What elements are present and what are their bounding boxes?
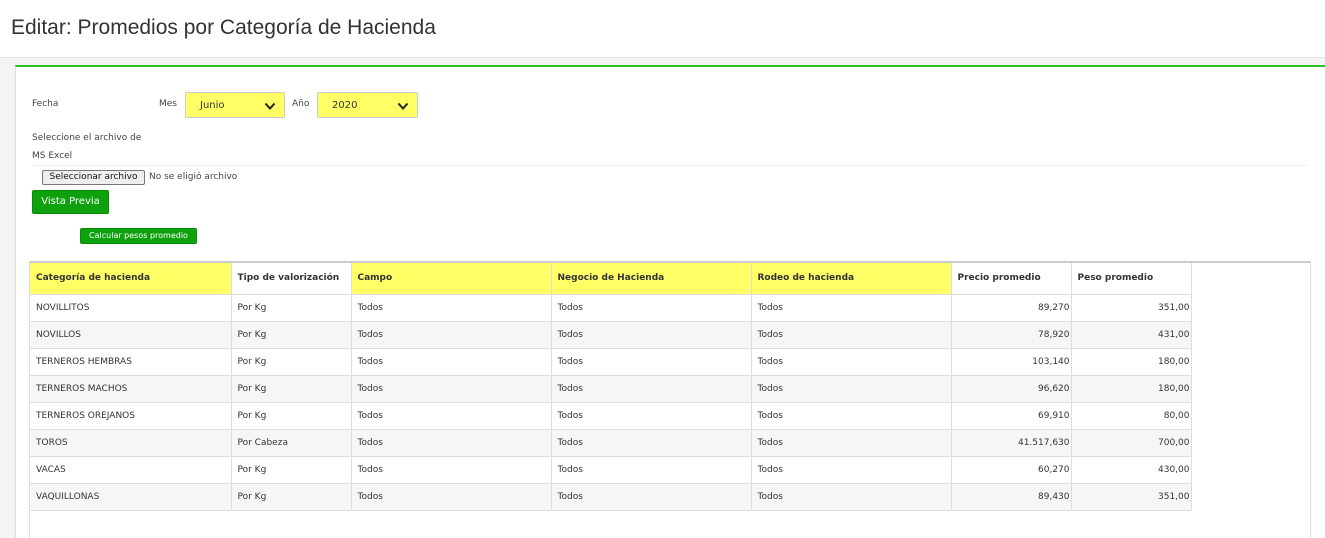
- page-title: Editar: Promedios por Categoría de Hacie…: [11, 16, 436, 39]
- col-precio-promedio-header[interactable]: Precio promedio: [951, 263, 1072, 295]
- file-label-line2: MS Excel: [32, 151, 73, 161]
- col-rodeo-cell: Todos: [751, 429, 952, 457]
- col-tipo-valorizacion-cell: Por Kg: [231, 375, 352, 403]
- col-rodeo-cell: Todos: [751, 375, 952, 403]
- file-status: No se eligió archivo: [149, 172, 238, 182]
- col-categoria-header[interactable]: Categoría de hacienda: [30, 263, 232, 295]
- col-tipo-valorizacion-cell: Por Kg: [231, 294, 352, 322]
- col-negocio-cell: Todos: [551, 429, 752, 457]
- col-categoria-cell: NOVILLITOS: [30, 294, 232, 322]
- anio-select[interactable]: 2020: [317, 92, 418, 118]
- col-categoria-cell: VAQUILLONAS: [30, 483, 232, 511]
- col-rodeo-header[interactable]: Rodeo de hacienda: [751, 263, 952, 295]
- col-peso-promedio-cell: 430,00: [1071, 456, 1192, 484]
- col-campo-header[interactable]: Campo: [351, 263, 552, 295]
- col-negocio-cell: Todos: [551, 375, 752, 403]
- col-negocio-cell: Todos: [551, 456, 752, 484]
- col-negocio-cell: Todos: [551, 294, 752, 322]
- col-rodeo-cell: Todos: [751, 456, 952, 484]
- col-precio-promedio-cell: 96,620: [951, 375, 1072, 403]
- col-precio-promedio-cell: 89,430: [951, 483, 1072, 511]
- table-row: TOROS Por Cabeza Todos Todos Todos 41.517,630…: [30, 429, 1192, 457]
- mes-label: Mes: [159, 99, 177, 109]
- file-label-line1: Seleccione el archivo de: [32, 133, 142, 143]
- table-row: TERNEROS MACHOS Por Kg Todos Todos Todos 96,6…: [30, 375, 1192, 403]
- col-rodeo-cell: Todos: [751, 294, 952, 322]
- col-peso-promedio-header[interactable]: Peso promedio: [1071, 263, 1192, 295]
- col-campo-cell: Todos: [351, 375, 552, 403]
- anio-label: Año: [292, 99, 310, 109]
- form-panel: Fecha Mes Junio Año 2020 Seleccione el a…: [15, 65, 1325, 538]
- col-rodeo-cell: Todos: [751, 402, 952, 430]
- col-precio-promedio-cell: 41.517,630: [951, 429, 1072, 457]
- page-header: Editar: Promedios por Categoría de Hacie…: [0, 0, 1325, 58]
- col-negocio-cell: Todos: [551, 483, 752, 511]
- col-tipo-valorizacion-cell: Por Kg: [231, 402, 352, 430]
- table-row: VACAS Por Kg Todos Todos Todos 60,270 430,00: [30, 456, 1192, 484]
- fecha-label: Fecha: [32, 99, 59, 109]
- choose-file-button[interactable]: Seleccionar archivo: [42, 170, 145, 185]
- col-precio-promedio-cell: 78,920: [951, 321, 1072, 349]
- col-categoria-cell: NOVILLOS: [30, 321, 232, 349]
- col-rodeo-cell: Todos: [751, 483, 952, 511]
- col-peso-promedio-cell: 431,00: [1071, 321, 1192, 349]
- table-row: NOVILLITOS Por Kg Todos Todos Todos 89,270 351…: [30, 294, 1192, 322]
- mes-select-value: Junio: [200, 100, 225, 111]
- table-header-row: Categoría de hacienda Tipo de valorizació…: [30, 263, 1192, 295]
- col-negocio-cell: Todos: [551, 348, 752, 376]
- col-peso-promedio-cell: 180,00: [1071, 348, 1192, 376]
- col-tipo-valorizacion-header[interactable]: Tipo de valorización: [231, 263, 352, 295]
- col-precio-promedio-cell: 103,140: [951, 348, 1072, 376]
- col-tipo-valorizacion-cell: Por Kg: [231, 348, 352, 376]
- col-campo-cell: Todos: [351, 429, 552, 457]
- chevron-down-icon: [264, 102, 276, 110]
- col-campo-cell: Todos: [351, 321, 552, 349]
- table-row: VAQUILLONAS Por Kg Todos Todos Todos 89,430 35…: [30, 483, 1192, 511]
- col-categoria-cell: TERNEROS HEMBRAS: [30, 348, 232, 376]
- col-tipo-valorizacion-cell: Por Kg: [231, 456, 352, 484]
- col-rodeo-cell: Todos: [751, 321, 952, 349]
- anio-select-value: 2020: [332, 100, 358, 111]
- col-categoria-cell: VACAS: [30, 456, 232, 484]
- col-precio-promedio-cell: 69,910: [951, 402, 1072, 430]
- col-peso-promedio-cell: 351,00: [1071, 483, 1192, 511]
- col-tipo-valorizacion-cell: Por Kg: [231, 483, 352, 511]
- col-peso-promedio-cell: 180,00: [1071, 375, 1192, 403]
- calculate-weights-button[interactable]: Calcular pesos promedio: [80, 228, 197, 244]
- col-campo-cell: Todos: [351, 483, 552, 511]
- col-negocio-cell: Todos: [551, 402, 752, 430]
- col-precio-promedio-cell: 89,270: [951, 294, 1072, 322]
- col-negocio-header[interactable]: Negocio de Hacienda: [551, 263, 752, 295]
- col-tipo-valorizacion-cell: Por Kg: [231, 321, 352, 349]
- averages-table-container: Categoría de hacienda Tipo de valorizació…: [29, 261, 1311, 538]
- col-rodeo-cell: Todos: [751, 348, 952, 376]
- preview-button[interactable]: Vista Previa: [32, 190, 109, 214]
- col-campo-cell: Todos: [351, 294, 552, 322]
- col-precio-promedio-cell: 60,270: [951, 456, 1072, 484]
- table-row: TERNEROS OREJANOS Por Kg Todos Todos Todos 69…: [30, 402, 1192, 430]
- col-categoria-cell: TOROS: [30, 429, 232, 457]
- table-row: TERNEROS HEMBRAS Por Kg Todos Todos Todos 103…: [30, 348, 1192, 376]
- mes-select[interactable]: Junio: [185, 92, 285, 118]
- averages-table: Categoría de hacienda Tipo de valorizació…: [30, 263, 1192, 511]
- col-negocio-cell: Todos: [551, 321, 752, 349]
- col-campo-cell: Todos: [351, 456, 552, 484]
- divider: [32, 165, 1307, 166]
- col-peso-promedio-cell: 700,00: [1071, 429, 1192, 457]
- col-peso-promedio-cell: 80,00: [1071, 402, 1192, 430]
- col-categoria-cell: TERNEROS MACHOS: [30, 375, 232, 403]
- table-body: NOVILLITOS Por Kg Todos Todos Todos 89,270 351…: [30, 294, 1192, 511]
- chevron-down-icon: [397, 102, 409, 110]
- col-campo-cell: Todos: [351, 348, 552, 376]
- col-peso-promedio-cell: 351,00: [1071, 294, 1192, 322]
- col-tipo-valorizacion-cell: Por Cabeza: [231, 429, 352, 457]
- table-row: NOVILLOS Por Kg Todos Todos Todos 78,920 431,0…: [30, 321, 1192, 349]
- col-categoria-cell: TERNEROS OREJANOS: [30, 402, 232, 430]
- col-campo-cell: Todos: [351, 402, 552, 430]
